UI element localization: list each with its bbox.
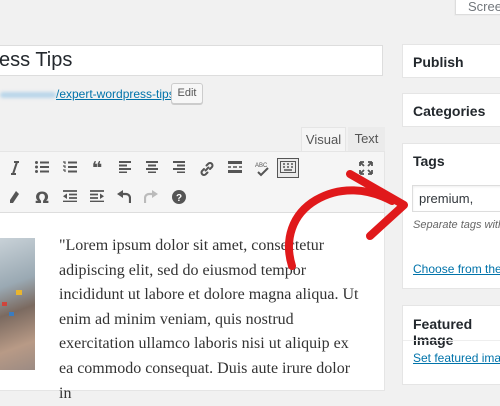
tags-input[interactable]: premium, (412, 185, 500, 212)
publish-box[interactable]: Publish (402, 44, 500, 78)
featured-image-box: Featured Image Set featured imag (402, 305, 500, 385)
tab-text[interactable]: Text (348, 127, 385, 152)
undo-icon[interactable] (114, 188, 134, 208)
set-featured-image-link[interactable]: Set featured imag (413, 351, 500, 365)
content-image[interactable] (0, 238, 35, 370)
tags-hint: Separate tags with (413, 219, 500, 231)
spellcheck-icon[interactable]: ABC (253, 159, 273, 179)
italic-icon[interactable] (5, 159, 25, 179)
blockquote-icon[interactable]: ❝ (87, 159, 107, 179)
toolbar-toggle-icon[interactable] (277, 158, 299, 178)
tags-box: Tags premium, Separate tags with Choose … (402, 143, 500, 289)
numbered-list-icon[interactable] (60, 159, 80, 179)
permalink-domain-blurred (0, 91, 56, 98)
editor-toolbar: ❝ ABC Ω ? (0, 151, 385, 213)
permalink: /expert-wordpress-tips/ (0, 88, 178, 100)
clear-formatting-icon[interactable] (5, 188, 25, 208)
svg-text:?: ? (176, 193, 182, 204)
permalink-link[interactable]: /expert-wordpress-tips/ (56, 87, 178, 101)
categories-title: Categories (413, 103, 486, 119)
help-icon[interactable]: ? (169, 188, 189, 208)
outdent-icon[interactable] (60, 188, 80, 208)
editor-content-text[interactable]: "Lorem ipsum dolor sit amet, consectetur… (59, 234, 359, 406)
align-right-icon[interactable] (169, 159, 189, 179)
edit-permalink-button[interactable]: Edit (171, 83, 203, 104)
svg-text:ABC: ABC (255, 163, 268, 169)
tab-visual[interactable]: Visual (301, 127, 346, 152)
bulleted-list-icon[interactable] (32, 159, 52, 179)
redo-icon (141, 188, 161, 208)
post-title-input[interactable]: ess Tips (0, 45, 383, 76)
publish-title: Publish (413, 54, 464, 70)
insert-link-icon[interactable] (197, 159, 217, 179)
align-center-icon[interactable] (142, 159, 162, 179)
special-character-icon[interactable]: Ω (32, 188, 52, 208)
choose-tags-link[interactable]: Choose from the m (413, 262, 500, 276)
tags-title: Tags (413, 153, 445, 169)
align-left-icon[interactable] (115, 159, 135, 179)
categories-box[interactable]: Categories (402, 93, 500, 127)
fullscreen-icon[interactable] (356, 159, 376, 179)
read-more-icon[interactable] (225, 159, 245, 179)
divider (403, 340, 500, 341)
indent-icon[interactable] (87, 188, 107, 208)
screen-options-tab[interactable]: Screen (455, 0, 500, 15)
featured-image-title: Featured Image (413, 316, 473, 348)
